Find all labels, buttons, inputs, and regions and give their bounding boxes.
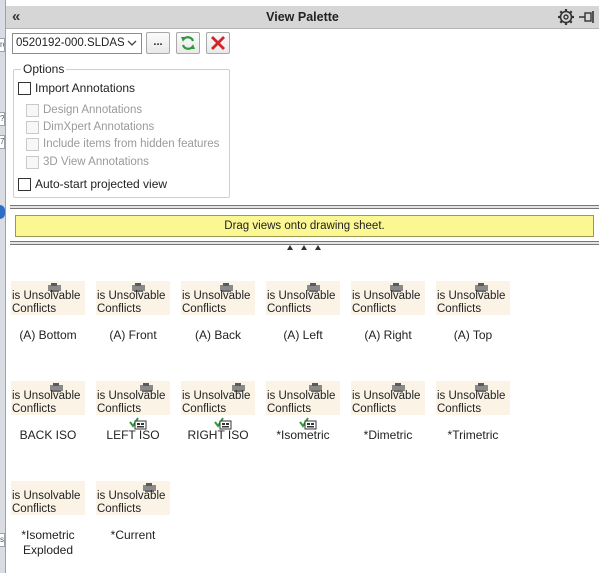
error-line: Conflicts bbox=[182, 302, 227, 315]
error-line: is Unsolvable bbox=[267, 390, 336, 402]
drag-hint-banner: Drag views onto drawing sheet. bbox=[15, 215, 594, 237]
options-legend: Options bbox=[21, 62, 67, 76]
thumbnail-error-text: is Unsolvable Conflicts bbox=[267, 390, 335, 415]
error-line: is Unsolvable bbox=[352, 390, 421, 402]
host-fragment: ? bbox=[0, 112, 5, 126]
dimxpert-annotations-label: DimXpert Annotations bbox=[43, 121, 155, 133]
view-3d-annotations-checkbox bbox=[26, 156, 39, 169]
error-line: Conflicts bbox=[12, 302, 57, 315]
view-3d-annotations-option: 3D View Annotations bbox=[26, 155, 149, 170]
design-annotations-option: Design Annotations bbox=[26, 103, 142, 118]
chevron-down-icon bbox=[126, 34, 138, 53]
hidden-features-label: Include items from hidden features bbox=[43, 138, 220, 150]
view-label: (A) Right bbox=[364, 328, 412, 342]
browse-button[interactable]: ... bbox=[146, 32, 170, 54]
hidden-features-checkbox bbox=[26, 138, 39, 151]
thumbnail-error-text: is Unsolvable Conflicts bbox=[12, 390, 80, 415]
thumbnail-error-text: is Unsolvable Conflicts bbox=[97, 290, 165, 315]
options-group: Options Import Annotations Design Annota… bbox=[13, 62, 230, 198]
auto-start-option[interactable]: Auto-start projected view bbox=[18, 177, 167, 192]
document-select-value: 0520192-000.SLDASM bbox=[16, 37, 124, 49]
view-label: *Isometric bbox=[276, 428, 330, 442]
view-label: LEFT ISO bbox=[106, 428, 160, 442]
host-fragment: 7 bbox=[0, 135, 5, 149]
import-annotations-option[interactable]: Import Annotations bbox=[18, 81, 135, 96]
error-line: Conflicts bbox=[267, 402, 312, 415]
error-line: Conflicts bbox=[182, 402, 227, 415]
error-line: is Unsolvable bbox=[12, 390, 81, 402]
dimxpert-annotations-checkbox bbox=[26, 121, 39, 134]
document-select[interactable]: 0520192-000.SLDASM bbox=[12, 33, 142, 54]
view-label: (A) Back bbox=[194, 328, 241, 342]
view-label: *Current bbox=[110, 528, 156, 542]
refresh-button[interactable] bbox=[176, 32, 200, 54]
error-line: Conflicts bbox=[97, 402, 142, 415]
import-annotations-label: Import Annotations bbox=[35, 81, 136, 95]
thumbnail-error-text: is Unsolvable Conflicts bbox=[12, 290, 80, 315]
error-line: is Unsolvable bbox=[97, 390, 166, 402]
error-line: Conflicts bbox=[267, 302, 312, 315]
error-line: is Unsolvable bbox=[437, 290, 506, 302]
thumbnail-error-text: is Unsolvable Conflicts bbox=[182, 390, 250, 415]
view-label: *Dimetric bbox=[363, 428, 413, 442]
view-label: (A) Bottom bbox=[19, 328, 77, 342]
error-line: Conflicts bbox=[97, 502, 142, 515]
thumbnail-error-text: is Unsolvable Conflicts bbox=[12, 490, 80, 515]
view-label: BACK ISO bbox=[19, 428, 77, 442]
auto-start-label: Auto-start projected view bbox=[35, 177, 168, 191]
collapse-panel-icon[interactable]: « bbox=[12, 8, 30, 26]
error-line: is Unsolvable bbox=[437, 390, 506, 402]
thumbnail-error-text: is Unsolvable Conflicts bbox=[182, 290, 250, 315]
error-line: Conflicts bbox=[97, 302, 142, 315]
design-annotations-checkbox bbox=[26, 104, 39, 117]
error-line: is Unsolvable bbox=[12, 490, 81, 502]
error-line: is Unsolvable bbox=[182, 390, 251, 402]
gear-icon[interactable] bbox=[557, 8, 575, 26]
error-line: is Unsolvable bbox=[182, 290, 251, 302]
view-label: (A) Front bbox=[109, 328, 157, 342]
close-icon bbox=[211, 36, 225, 50]
error-line: is Unsolvable bbox=[97, 290, 166, 302]
error-line: is Unsolvable bbox=[267, 290, 336, 302]
panel-title: View Palette bbox=[266, 10, 339, 24]
host-indicator bbox=[0, 205, 5, 219]
view-label: *Trimetric bbox=[447, 428, 499, 442]
error-line: Conflicts bbox=[352, 402, 397, 415]
thumbnail-error-text: is Unsolvable Conflicts bbox=[437, 290, 505, 315]
error-line: is Unsolvable bbox=[97, 490, 166, 502]
view-label: (A) Left bbox=[283, 328, 323, 342]
error-line: is Unsolvable bbox=[12, 290, 81, 302]
error-line: Conflicts bbox=[12, 402, 57, 415]
view-label: RIGHT ISO bbox=[187, 428, 249, 442]
error-line: is Unsolvable bbox=[352, 290, 421, 302]
view-3d-annotations-label: 3D View Annotations bbox=[43, 156, 149, 168]
title-bar: « View Palette bbox=[6, 6, 599, 29]
error-line: Conflicts bbox=[437, 402, 482, 415]
thumbnail-error-text: is Unsolvable Conflicts bbox=[352, 390, 420, 415]
error-line: Conflicts bbox=[352, 302, 397, 315]
import-annotations-checkbox[interactable] bbox=[18, 82, 31, 95]
clear-button[interactable] bbox=[206, 32, 230, 54]
design-annotations-label: Design Annotations bbox=[43, 104, 143, 116]
view-label: (A) Top bbox=[453, 328, 493, 342]
view-label: *Isometric Exploded bbox=[21, 528, 75, 557]
thumbnail-error-text: is Unsolvable Conflicts bbox=[352, 290, 420, 315]
dimxpert-annotations-option: DimXpert Annotations bbox=[26, 120, 154, 135]
error-line: Conflicts bbox=[12, 502, 57, 515]
refresh-icon bbox=[181, 36, 195, 50]
host-window-edge: rc ? 7 s bbox=[0, 0, 6, 573]
thumbnail-error-text: is Unsolvable Conflicts bbox=[437, 390, 505, 415]
thumbnail-error-text: is Unsolvable Conflicts bbox=[97, 390, 165, 415]
thumbnail-error-text: is Unsolvable Conflicts bbox=[97, 490, 165, 515]
error-line: Conflicts bbox=[437, 302, 482, 315]
auto-start-checkbox[interactable] bbox=[18, 178, 31, 191]
pin-icon[interactable] bbox=[577, 8, 595, 26]
thumbnail-error-text: is Unsolvable Conflicts bbox=[267, 290, 335, 315]
separator bbox=[10, 205, 599, 209]
host-fragment: rc bbox=[0, 38, 5, 52]
hidden-features-option: Include items from hidden features bbox=[26, 137, 219, 152]
splitter-grip-icon[interactable] bbox=[285, 241, 325, 250]
